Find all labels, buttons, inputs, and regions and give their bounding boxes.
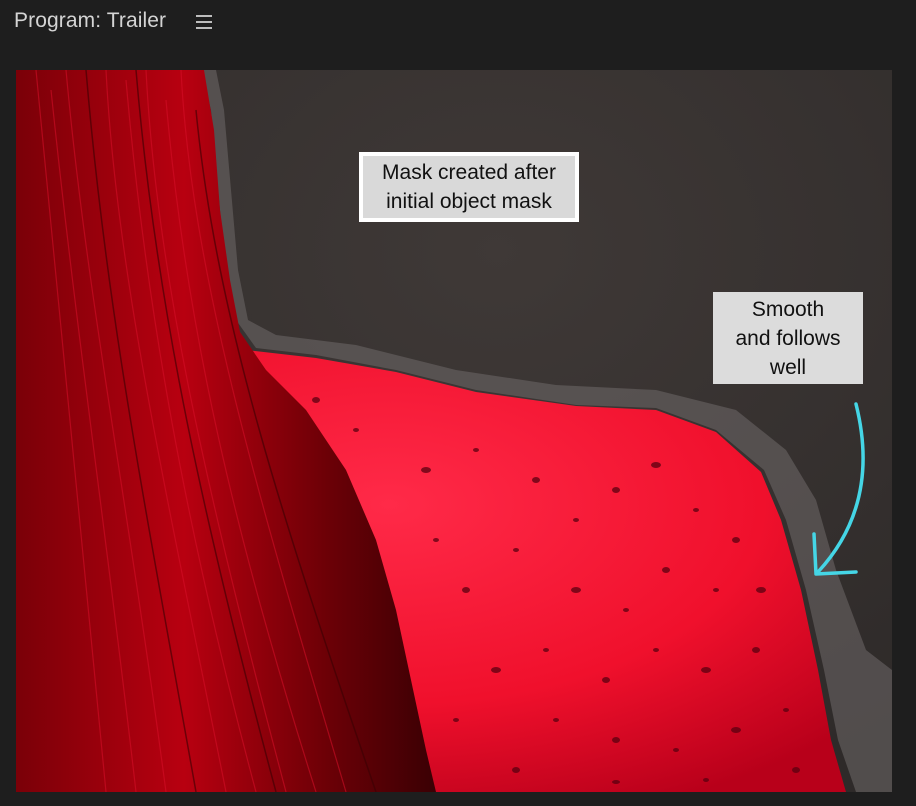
smooth-note-callout: Smooth and follows well <box>713 292 863 384</box>
mask-note-line-2: initial object mask <box>386 190 552 213</box>
program-monitor-panel: Program: Trailer Mask created after init… <box>0 0 916 806</box>
mask-note-callout: Mask created after initial object mask <box>359 152 579 222</box>
hamburger-menu-icon[interactable] <box>194 12 214 32</box>
smooth-note-line-1: Smooth <box>751 297 825 321</box>
panel-header: Program: Trailer <box>0 0 916 42</box>
curved-arrow-icon <box>812 402 865 576</box>
panel-title: Program: Trailer <box>14 9 167 32</box>
mask-note-body: Mask created after initial object mask <box>363 156 575 218</box>
mask-note-line-1: Mask created after <box>382 161 556 184</box>
program-video-frame[interactable]: Mask created after initial object mask S… <box>16 70 892 792</box>
smooth-note-line-3: well <box>769 355 807 379</box>
smooth-note-line-2: and follows <box>735 326 841 350</box>
